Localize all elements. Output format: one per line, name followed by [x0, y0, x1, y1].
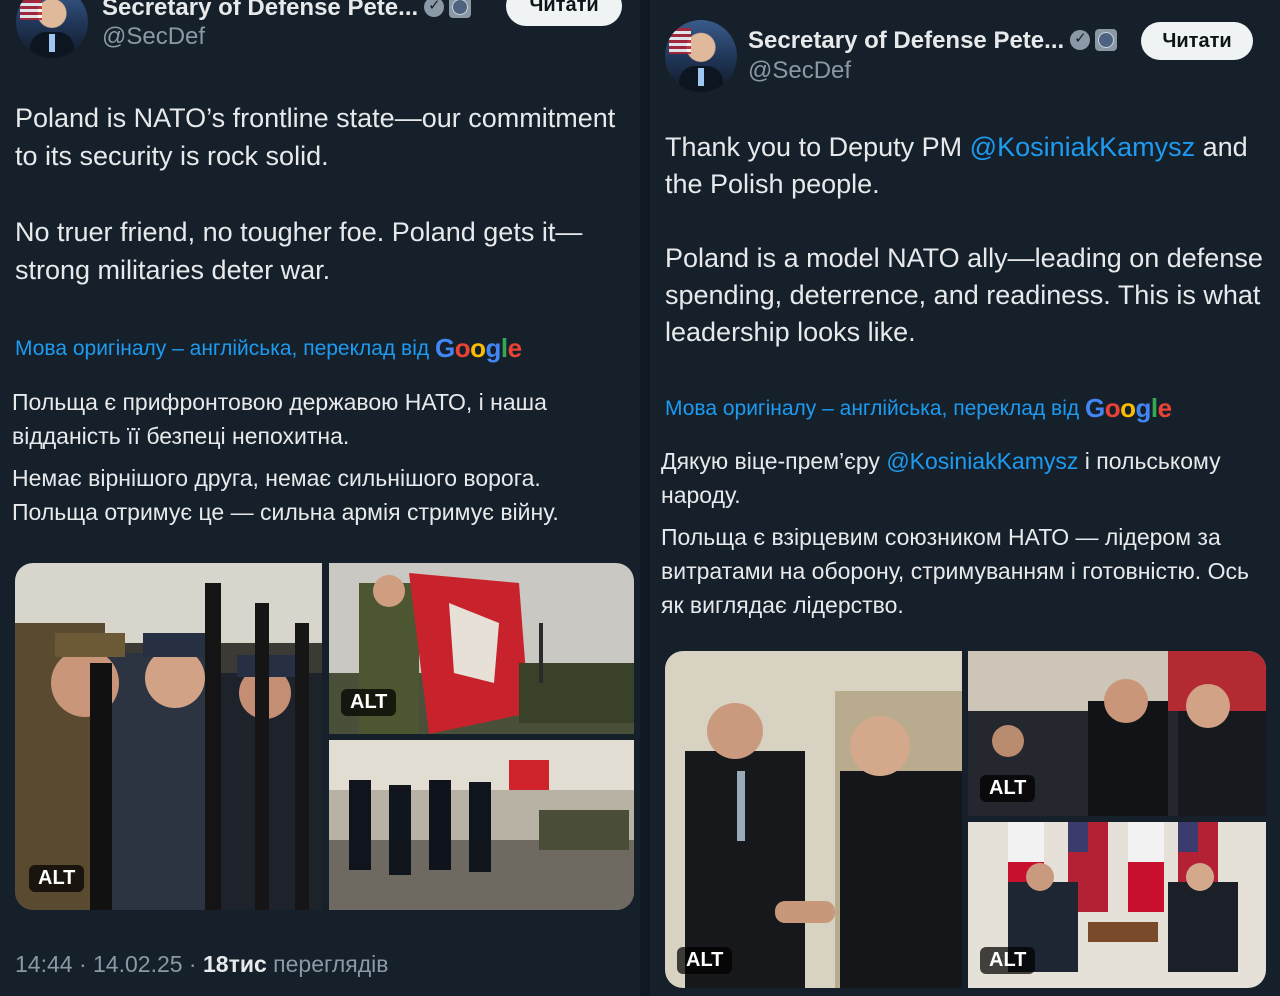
photo-ceremony[interactable]: ALT — [968, 651, 1266, 816]
media-grid: ALT ALT — [15, 563, 634, 910]
tweet-paragraph: Poland is NATO’s frontline state—our com… — [15, 103, 616, 171]
mention-link[interactable]: @KosiniakKamysz — [970, 132, 1195, 162]
photo-flag-bearer[interactable]: ALT — [329, 563, 634, 734]
translated-paragraph: Дякую віце-прем’єру @KosiniakKamysz і по… — [661, 444, 1271, 512]
author-name-text: Secretary of Defense Pete... — [102, 0, 419, 21]
mention-link[interactable]: @KosiniakKamysz — [886, 448, 1078, 474]
tweet-paragraph: Poland is a model NATO ally—leading on d… — [665, 243, 1263, 347]
photo-marching-guard[interactable] — [329, 740, 634, 910]
post-time[interactable]: 14:44 — [15, 951, 73, 977]
verified-badge-icon — [424, 0, 445, 17]
translation-note-text: Мова оригіналу – англійська, переклад ві… — [665, 397, 1080, 420]
follow-button[interactable]: Читати — [1141, 22, 1253, 60]
alt-badge[interactable]: ALT — [980, 947, 1036, 974]
photo-soldiers-rifles-image — [15, 563, 322, 910]
us-flag-icon — [20, 0, 42, 20]
translated-paragraph: Польща є взірцевим союзником НАТО — ліде… — [661, 524, 1249, 618]
google-logo: Google — [434, 333, 522, 363]
tweet-text: Thank you to Deputy PM @KosiniakKamysz a… — [665, 129, 1275, 351]
views-label: переглядів — [273, 951, 389, 977]
translation-note[interactable]: Мова оригіналу – англійська, переклад ві… — [665, 393, 1172, 424]
tweet-paragraph: Thank you to Deputy PM @KosiniakKamysz a… — [665, 129, 1275, 203]
media-grid: ALT ALT — [665, 651, 1266, 988]
author-name[interactable]: Secretary of Defense Pete... — [748, 27, 1118, 55]
avatar-tie — [698, 68, 704, 86]
translation-note-text: Мова оригіналу – англійська, переклад ві… — [15, 337, 430, 360]
avatar-tie — [49, 34, 55, 52]
alt-badge[interactable]: ALT — [29, 865, 85, 892]
translated-text: Польща є прифронтовою державою НАТО, і н… — [12, 385, 627, 537]
translated-paragraph: Польща є прифронтовою державою НАТО, і н… — [12, 389, 547, 449]
post-date[interactable]: 14.02.25 — [93, 951, 183, 977]
verified-badge-icon — [1070, 29, 1091, 50]
panel-divider — [640, 0, 650, 996]
google-logo: Google — [1084, 393, 1172, 423]
author-handle[interactable]: @SecDef — [748, 57, 851, 85]
tweet-text-segment: Thank you to Deputy PM — [665, 132, 970, 162]
translated-text-segment: Дякую віце-прем’єру — [661, 448, 887, 474]
tweet-text: Poland is NATO’s frontline state—our com… — [15, 99, 625, 289]
author-handle[interactable]: @SecDef — [102, 23, 205, 51]
alt-badge[interactable]: ALT — [341, 689, 397, 716]
photo-marching-guard-image — [329, 740, 634, 910]
photo-handshake[interactable]: ALT — [665, 651, 962, 988]
government-seal-icon — [449, 0, 472, 18]
post-meta: 14:44 · 14.02.25 · 18тис переглядів — [15, 951, 389, 977]
author-avatar[interactable] — [665, 20, 737, 92]
translation-note[interactable]: Мова оригіналу – англійська, переклад ві… — [15, 333, 522, 364]
photo-seated-meeting[interactable]: ALT — [968, 822, 1266, 988]
author-avatar[interactable] — [16, 0, 88, 58]
government-seal-icon — [1095, 29, 1118, 51]
alt-badge[interactable]: ALT — [980, 775, 1036, 802]
photo-soldiers-rifles[interactable]: ALT — [15, 563, 322, 910]
author-name[interactable]: Secretary of Defense Pete... — [102, 0, 472, 22]
tweet-paragraph: No truer friend, no tougher foe. Poland … — [15, 217, 583, 285]
views-count: 18тис — [203, 951, 267, 977]
paragraph-spacer — [665, 203, 1275, 240]
left-post: Secretary of Defense Pete... @SecDef Чит… — [0, 0, 640, 996]
us-flag-icon — [669, 28, 691, 54]
author-name-text: Secretary of Defense Pete... — [748, 27, 1065, 54]
follow-button[interactable]: Читати — [506, 0, 622, 26]
alt-badge[interactable]: ALT — [677, 947, 733, 974]
paragraph-spacer — [15, 175, 625, 213]
translated-text: Дякую віце-прем’єру @KosiniakKamysz і по… — [661, 444, 1271, 630]
right-post: Secretary of Defense Pete... @SecDef Чит… — [650, 0, 1280, 996]
translated-paragraph: Немає вірнішого друга, немає сильнішого … — [12, 465, 559, 525]
photo-handshake-image — [665, 651, 962, 988]
